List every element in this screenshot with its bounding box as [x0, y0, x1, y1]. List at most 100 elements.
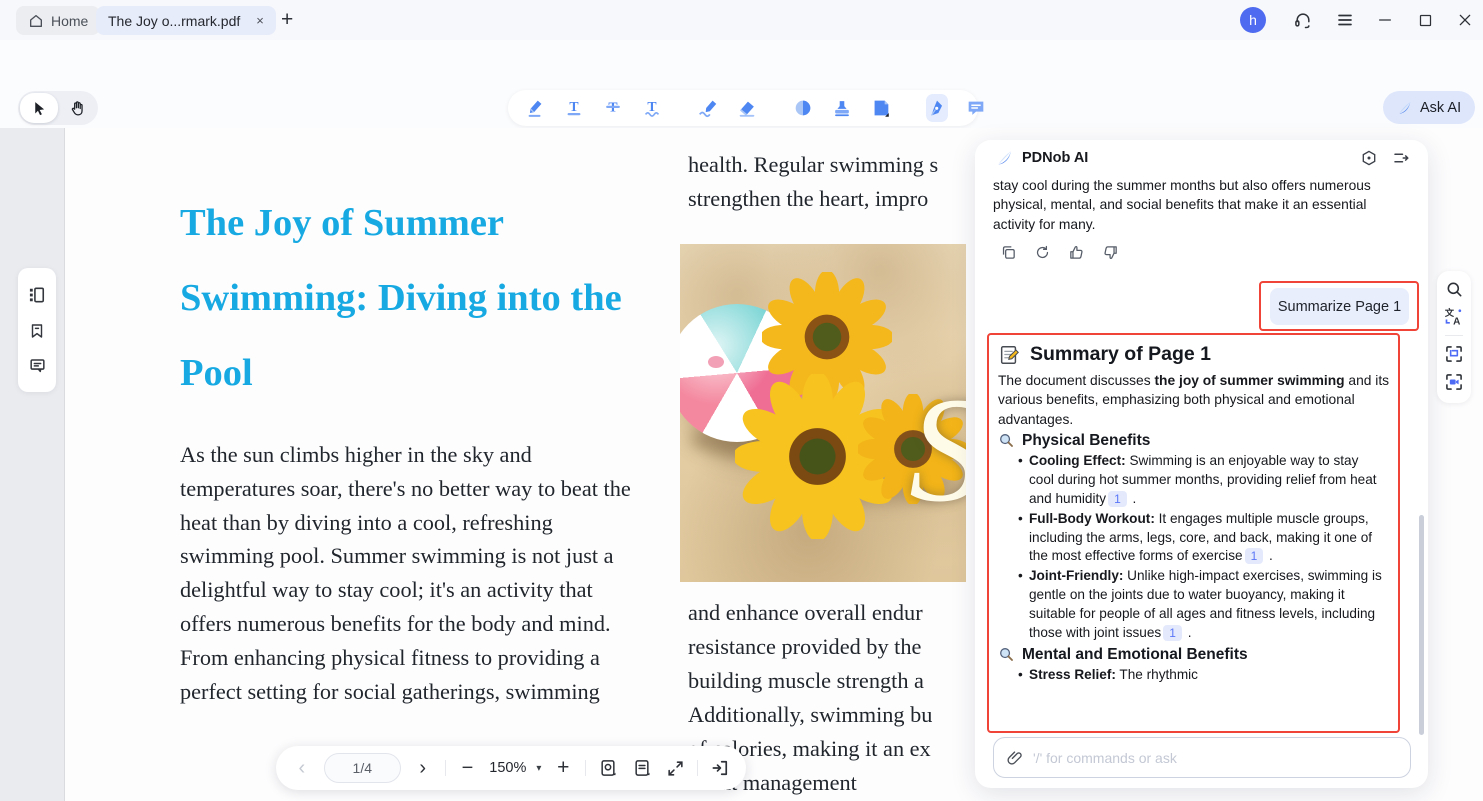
zoom-level-value[interactable]: 150%	[489, 760, 526, 776]
collapse-panel-icon[interactable]	[1392, 149, 1410, 167]
eraser-icon[interactable]	[736, 96, 758, 120]
attachment-paperclip-icon[interactable]	[1006, 749, 1024, 767]
beach-photo: S	[680, 244, 966, 582]
ask-ai-button[interactable]: Ask AI	[1383, 91, 1475, 124]
magnifier-icon	[998, 646, 1015, 663]
ai-input-box[interactable]	[993, 737, 1411, 778]
underline-icon[interactable]: T	[563, 96, 585, 120]
citation-chip[interactable]: 1	[1163, 625, 1182, 641]
summary-intro-prefix: The document discusses	[998, 373, 1154, 388]
left-sidebar	[18, 268, 56, 392]
document-tab-label: The Joy o...rmark.pdf	[108, 13, 240, 29]
divider	[445, 760, 446, 776]
summarize-page-button[interactable]: Summarize Page 1	[1270, 288, 1409, 325]
stamp-icon[interactable]	[831, 96, 853, 120]
fullscreen-icon[interactable]	[664, 756, 688, 780]
thumbnails-icon[interactable]	[27, 285, 47, 305]
document-tab[interactable]: The Joy o...rmark.pdf ×	[96, 6, 276, 35]
ask-ai-label: Ask AI	[1420, 100, 1461, 116]
signature-pen-icon[interactable]	[926, 94, 948, 122]
next-page-button[interactable]: ›	[411, 756, 435, 780]
app-menu-icon[interactable]	[1334, 9, 1356, 31]
ai-response-text: stay cool during the summer months but a…	[993, 176, 1397, 234]
divider	[1445, 335, 1463, 336]
panel-scrollbar[interactable]	[1419, 515, 1424, 735]
divider	[697, 760, 698, 776]
close-button[interactable]	[1454, 9, 1476, 31]
summary-bullet: Joint-Friendly: Unlike high-impact exerc…	[1018, 567, 1384, 643]
svg-text:A: A	[1453, 317, 1460, 328]
minimize-button[interactable]	[1374, 9, 1396, 31]
summary-intro-bold: the joy of summer swimming	[1154, 373, 1344, 388]
screenshot-icon[interactable]	[1444, 344, 1464, 364]
squiggly-underline-icon[interactable]: T	[641, 96, 663, 120]
cursor-select-tool[interactable]	[20, 93, 58, 123]
tool-row: T T T	[0, 90, 1483, 128]
pencil-icon[interactable]	[697, 96, 719, 120]
zoom-dropdown-caret[interactable]: ▾	[536, 763, 541, 774]
ai-assistant-panel: PDNob AI stay cool during the summer mon…	[975, 140, 1428, 788]
copy-icon[interactable]	[1000, 244, 1017, 261]
summary-intro: The document discusses the joy of summer…	[998, 371, 1392, 429]
ai-settings-icon[interactable]	[1360, 149, 1378, 167]
bookmark-icon[interactable]	[28, 322, 46, 340]
thumbs-up-icon[interactable]	[1068, 244, 1085, 261]
titlebar: Home The Joy o...rmark.pdf × + h	[0, 0, 1483, 40]
screen-record-icon[interactable]	[1444, 372, 1464, 392]
hand-pan-tool[interactable]	[58, 93, 96, 123]
red-annotation-box-summary: Summary of Page 1 The document discusses…	[987, 333, 1400, 733]
citation-chip[interactable]: 1	[1108, 491, 1127, 507]
photo-watermark-script: S	[909, 364, 966, 536]
svg-text:T: T	[569, 99, 578, 114]
regenerate-icon[interactable]	[1034, 244, 1051, 261]
pdf-column2-line: and enhance overall endur	[688, 596, 923, 630]
highlighter-icon[interactable]	[524, 96, 546, 120]
memo-icon	[998, 344, 1020, 366]
search-icon[interactable]	[1445, 280, 1464, 299]
ai-spark-icon	[1397, 100, 1413, 116]
zoom-in-button[interactable]: +	[551, 756, 575, 780]
avatar[interactable]: h	[1240, 7, 1266, 33]
sticky-note-icon[interactable]	[870, 96, 892, 120]
comment-bubble-icon[interactable]	[965, 96, 987, 120]
pdf-column2-line: building muscle strength a	[688, 664, 924, 698]
magnifier-icon	[998, 432, 1015, 449]
document-layout-icon[interactable]	[630, 756, 654, 780]
citation-chip[interactable]: 1	[1245, 548, 1264, 564]
annotation-toolbar: T T T	[508, 90, 978, 126]
support-headset-icon[interactable]	[1292, 9, 1314, 31]
select-tool-group	[18, 91, 98, 125]
home-icon	[28, 13, 44, 29]
summary-bullet-list: Stress Relief: The rhythmic	[1018, 666, 1384, 685]
ai-command-input[interactable]	[1033, 750, 1398, 766]
thumbs-down-icon[interactable]	[1102, 244, 1119, 261]
page-view-mode-icon[interactable]	[596, 756, 620, 780]
maximize-button[interactable]	[1414, 9, 1436, 31]
ai-panel-title: PDNob AI	[1022, 150, 1088, 166]
summary-bullet-list: Cooling Effect: Swimming is an enjoyable…	[1018, 452, 1384, 643]
home-tab-label: Home	[51, 13, 88, 29]
pdf-column2-line: strengthen the heart, impro	[688, 182, 928, 216]
pdf-column2-line: resistance provided by the	[688, 630, 921, 664]
pagination-bar: ‹ 1/4 › − 150% ▾ +	[276, 746, 746, 790]
pdf-document-title: The Joy of Summer Swimming: Diving into …	[180, 186, 665, 411]
page-indicator-input[interactable]: 1/4	[324, 753, 401, 783]
zoom-out-button[interactable]: −	[456, 756, 480, 780]
summary-bullet: Cooling Effect: Swimming is an enjoyable…	[1018, 452, 1384, 509]
shape-icon[interactable]	[792, 96, 814, 120]
comments-icon[interactable]	[28, 356, 47, 375]
new-tab-button[interactable]: +	[281, 8, 293, 32]
summary-heading: Summary of Page 1	[1030, 343, 1211, 366]
toggle-panel-icon[interactable]	[708, 756, 732, 780]
document-canvas: The Joy of Summer Swimming: Diving into …	[0, 128, 1483, 801]
svg-text:T: T	[647, 99, 656, 114]
summary-bullet: Stress Relief: The rhythmic	[1018, 666, 1384, 685]
summary-bullet: Full-Body Workout: It engages multiple m…	[1018, 510, 1384, 567]
pdf-column2-line: health. Regular swimming s	[688, 148, 938, 182]
close-tab-icon[interactable]: ×	[256, 13, 264, 28]
prev-page-button[interactable]: ‹	[290, 756, 314, 780]
strikethrough-icon[interactable]: T	[602, 96, 624, 120]
home-tab[interactable]: Home	[16, 6, 100, 35]
pdf-column2-line: Additionally, swimming bu	[688, 698, 932, 732]
translate-icon[interactable]: 文A	[1444, 307, 1464, 327]
